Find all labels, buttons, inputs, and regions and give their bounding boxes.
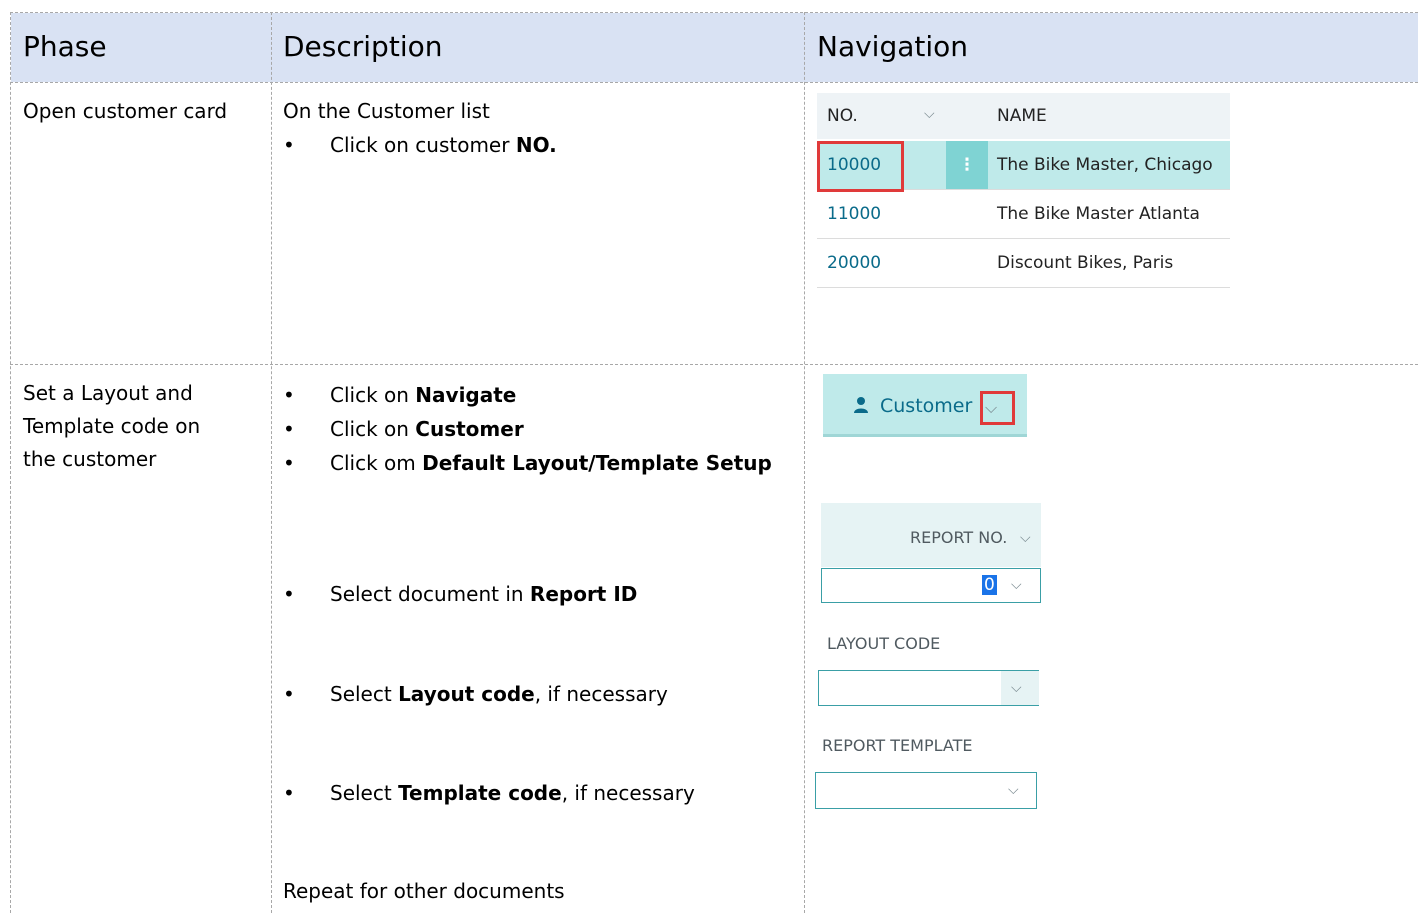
bullet-text: Select bbox=[330, 781, 399, 805]
row-menu-icon[interactable]: ⋮ bbox=[946, 141, 988, 189]
col-no-header[interactable]: NO. bbox=[827, 106, 858, 126]
customer-no[interactable]: 20000 bbox=[827, 253, 881, 273]
row2-phase-line1: Set a Layout and bbox=[23, 381, 193, 405]
row2-phase-line3: the customer bbox=[23, 447, 157, 471]
bullet-text: Click on bbox=[330, 417, 416, 441]
chevron-down-icon[interactable]: ⌵ bbox=[1020, 530, 1031, 546]
table-border-col1 bbox=[271, 12, 272, 913]
bullet-glyph: • bbox=[283, 781, 295, 805]
row1-desc-intro: On the Customer list bbox=[283, 99, 490, 123]
bullet-text: Select bbox=[330, 682, 399, 706]
bullet-text-post: , if necessary bbox=[534, 682, 668, 706]
bullet-text: Click om bbox=[330, 451, 423, 475]
bullet-glyph: • bbox=[283, 582, 295, 606]
bullet-bold: Report ID bbox=[529, 582, 638, 606]
customer-no[interactable]: 11000 bbox=[827, 204, 881, 224]
col-name-header[interactable]: NAME bbox=[997, 106, 1047, 126]
bullet-bold: NO. bbox=[515, 133, 557, 157]
report-no-value[interactable]: 0 bbox=[982, 575, 997, 595]
bullet-glyph: • bbox=[283, 417, 295, 441]
row1-phase: Open customer card bbox=[23, 99, 228, 123]
bullet-glyph: • bbox=[283, 682, 295, 706]
report-no-header: REPORT NO. ⌵ bbox=[821, 503, 1041, 567]
report-no-field[interactable]: 0 ⌵ bbox=[821, 568, 1041, 603]
customer-name: The Bike Master, Chicago bbox=[997, 155, 1213, 175]
report-template-label: REPORT TEMPLATE bbox=[822, 736, 973, 755]
customer-name: Discount Bikes, Paris bbox=[997, 253, 1174, 273]
header-description: Description bbox=[283, 30, 443, 63]
bullet-bold: Default Layout/Template Setup bbox=[422, 451, 772, 475]
customer-list-header: NO. ⌵ NAME bbox=[817, 93, 1230, 139]
table-row[interactable]: 11000 The Bike Master Atlanta bbox=[817, 190, 1230, 239]
chevron-down-icon[interactable]: ⌵ bbox=[1008, 782, 1019, 798]
chevron-down-icon[interactable]: ⌵ bbox=[1011, 577, 1022, 593]
table-border-left bbox=[10, 12, 11, 913]
customer-button-label: Customer bbox=[880, 395, 973, 417]
highlight-box bbox=[817, 141, 904, 192]
bullet-bold: Template code bbox=[398, 781, 562, 805]
bullet-text: Click on customer bbox=[330, 133, 516, 157]
table-border-col2 bbox=[804, 12, 805, 913]
row2-repeat: Repeat for other documents bbox=[283, 879, 565, 903]
bullet-glyph: • bbox=[283, 451, 295, 475]
bullet-text: Select document in bbox=[330, 582, 530, 606]
highlight-box bbox=[980, 391, 1015, 425]
table-border-row1 bbox=[10, 364, 1418, 365]
bullet-text: Click on bbox=[330, 383, 416, 407]
customer-name: The Bike Master Atlanta bbox=[997, 204, 1200, 224]
layout-code-label: LAYOUT CODE bbox=[827, 634, 941, 653]
layout-code-field[interactable]: ⌵ bbox=[818, 670, 1039, 706]
header-navigation: Navigation bbox=[817, 30, 969, 63]
bullet-bold: Layout code bbox=[398, 682, 535, 706]
table-header bbox=[11, 13, 1418, 82]
table-border-header bbox=[10, 82, 1418, 83]
header-phase: Phase bbox=[23, 30, 107, 63]
person-icon bbox=[854, 397, 868, 413]
table-row[interactable]: 20000 Discount Bikes, Paris bbox=[817, 239, 1230, 288]
report-template-field[interactable]: ⌵ bbox=[815, 772, 1037, 809]
report-no-label[interactable]: REPORT NO. bbox=[910, 528, 1007, 547]
chevron-down-icon[interactable]: ⌵ bbox=[924, 106, 935, 122]
row2-phase-line2: Template code on bbox=[23, 414, 201, 438]
table-border-top bbox=[10, 12, 1418, 13]
bullet-glyph: • bbox=[283, 383, 295, 407]
bullet-bold: Customer bbox=[415, 417, 524, 441]
bullet-bold: Navigate bbox=[415, 383, 517, 407]
chevron-down-icon[interactable]: ⌵ bbox=[1011, 680, 1022, 696]
bullet-glyph: • bbox=[283, 133, 295, 157]
bullet-text-post: , if necessary bbox=[561, 781, 695, 805]
